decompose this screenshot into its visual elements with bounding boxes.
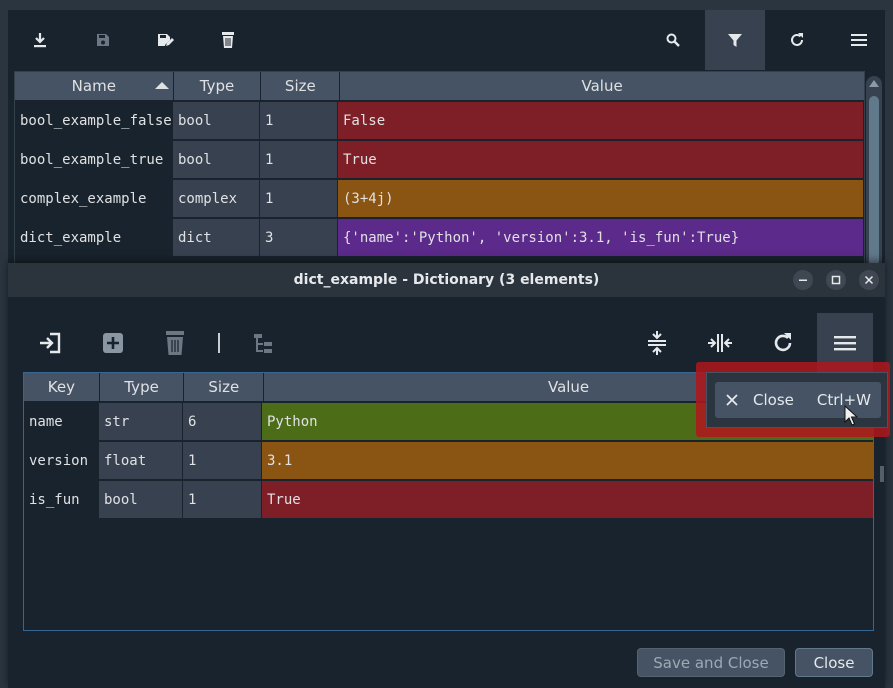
save-as-icon — [158, 34, 174, 46]
cell-size: 3 — [260, 219, 338, 256]
table-row[interactable]: is_fun bool 1 True — [24, 481, 873, 520]
cell-type: dict — [173, 219, 260, 256]
search-button[interactable] — [643, 10, 703, 70]
refresh-icon — [774, 333, 792, 352]
sort-ascending-icon — [154, 82, 169, 89]
vertical-scrollbar[interactable] — [866, 76, 882, 268]
search-icon — [666, 33, 680, 47]
options-menu-button[interactable] — [829, 10, 889, 70]
cell-key: is_fun — [24, 481, 99, 518]
close-button[interactable]: Close — [795, 648, 873, 677]
cell-type: complex — [173, 180, 260, 217]
cell-type: bool — [99, 481, 183, 518]
column-header-size[interactable]: Size — [184, 373, 265, 401]
column-header-value[interactable]: Value — [340, 72, 864, 100]
table-header: Name Type Size Value — [15, 72, 864, 102]
cell-size: 1 — [183, 442, 262, 479]
save-data-button[interactable] — [73, 10, 133, 70]
scrollbar-thumb[interactable] — [869, 96, 879, 266]
dictionary-editor-dialog: dict_example - Dictionary (3 elements) K… — [8, 263, 885, 688]
cell-value: (3+4j) — [338, 180, 863, 217]
resize-rows-button[interactable] — [629, 313, 685, 373]
cell-value: False — [338, 102, 863, 139]
cell-value: 3.1 — [262, 442, 873, 479]
cell-size: 1 — [260, 102, 338, 139]
column-header-key[interactable]: Key — [24, 373, 100, 401]
refresh-icon — [791, 33, 803, 46]
remove-all-button[interactable] — [198, 10, 258, 70]
cell-value: True — [262, 481, 873, 518]
table-row[interactable]: bool_example_true bool 1 True — [15, 141, 864, 180]
insert-icon — [40, 332, 61, 354]
tree-icon — [254, 334, 272, 353]
cell-key: name — [24, 403, 99, 440]
refresh-button[interactable] — [767, 10, 827, 70]
resize-columns-icon — [708, 334, 732, 352]
column-header-type[interactable]: Type — [100, 373, 185, 401]
save-and-close-button[interactable]: Save and Close — [637, 648, 785, 677]
toolbar-separator — [218, 333, 220, 353]
view-tree-button[interactable] — [236, 313, 292, 373]
right-border — [885, 0, 893, 688]
cell-name: bool_example_false — [15, 102, 173, 139]
column-header-size[interactable]: Size — [261, 72, 341, 100]
cell-size: 6 — [183, 403, 262, 440]
table-row[interactable]: complex_example complex 1 (3+4j) — [15, 180, 864, 219]
cell-name: dict_example — [15, 219, 173, 256]
cell-type: str — [99, 403, 183, 440]
delete-icon — [166, 331, 184, 355]
table-row[interactable]: bool_example_false bool 1 False — [15, 102, 864, 141]
cell-type: bool — [173, 102, 260, 139]
cell-name: bool_example_true — [15, 141, 173, 178]
filter-button[interactable] — [705, 10, 765, 70]
cell-value: {'name':'Python', 'version':3.1, 'is_fun… — [338, 219, 863, 256]
cell-name: complex_example — [15, 180, 173, 217]
menu-icon — [851, 34, 867, 46]
top-border — [0, 0, 893, 10]
delete-icon — [222, 32, 234, 48]
cell-type: bool — [173, 141, 260, 178]
cell-value: True — [338, 141, 863, 178]
mouse-cursor-icon — [844, 405, 858, 426]
maximize-icon — [831, 275, 841, 285]
scroll-up-icon[interactable] — [869, 80, 879, 87]
column-header-name[interactable]: Name — [15, 72, 174, 100]
import-data-button[interactable] — [10, 10, 70, 70]
resize-grip[interactable] — [880, 466, 884, 482]
insert-button[interactable] — [22, 313, 78, 373]
cell-size: 1 — [260, 180, 338, 217]
column-header-type[interactable]: Type — [174, 72, 262, 100]
minimize-button[interactable] — [793, 270, 813, 290]
filter-icon — [728, 34, 742, 47]
resize-rows-icon — [648, 331, 666, 355]
options-popup-menu: Close Ctrl+W — [706, 372, 888, 428]
cell-key: version — [24, 442, 99, 479]
maximize-button[interactable] — [826, 270, 846, 290]
menu-icon — [834, 336, 856, 351]
download-icon — [34, 33, 46, 48]
add-icon — [103, 333, 123, 353]
menu-item-label: Close — [753, 391, 794, 409]
add-item-button[interactable] — [85, 313, 141, 373]
remove-item-button[interactable] — [147, 313, 203, 373]
minimize-icon — [799, 279, 807, 281]
cell-type: float — [99, 442, 183, 479]
variables-table: Name Type Size Value bool_example_false b… — [14, 71, 865, 273]
dialog-titlebar[interactable]: dict_example - Dictionary (3 elements) — [8, 263, 885, 297]
cell-size: 1 — [260, 141, 338, 178]
close-icon — [864, 275, 874, 285]
close-icon — [726, 394, 738, 406]
window-close-button[interactable] — [859, 270, 879, 290]
table-body: bool_example_false bool 1 False bool_example… — [15, 102, 864, 258]
explorer-toolbar — [8, 10, 885, 70]
left-border — [0, 0, 8, 688]
save-data-as-button[interactable] — [135, 10, 195, 70]
table-row[interactable]: version float 1 3.1 — [24, 442, 873, 481]
save-icon — [97, 34, 109, 46]
dialog-title: dict_example - Dictionary (3 elements) — [293, 272, 600, 288]
table-row[interactable]: dict_example dict 3 {'name':'Python', 'vers… — [15, 219, 864, 258]
cell-size: 1 — [183, 481, 262, 518]
